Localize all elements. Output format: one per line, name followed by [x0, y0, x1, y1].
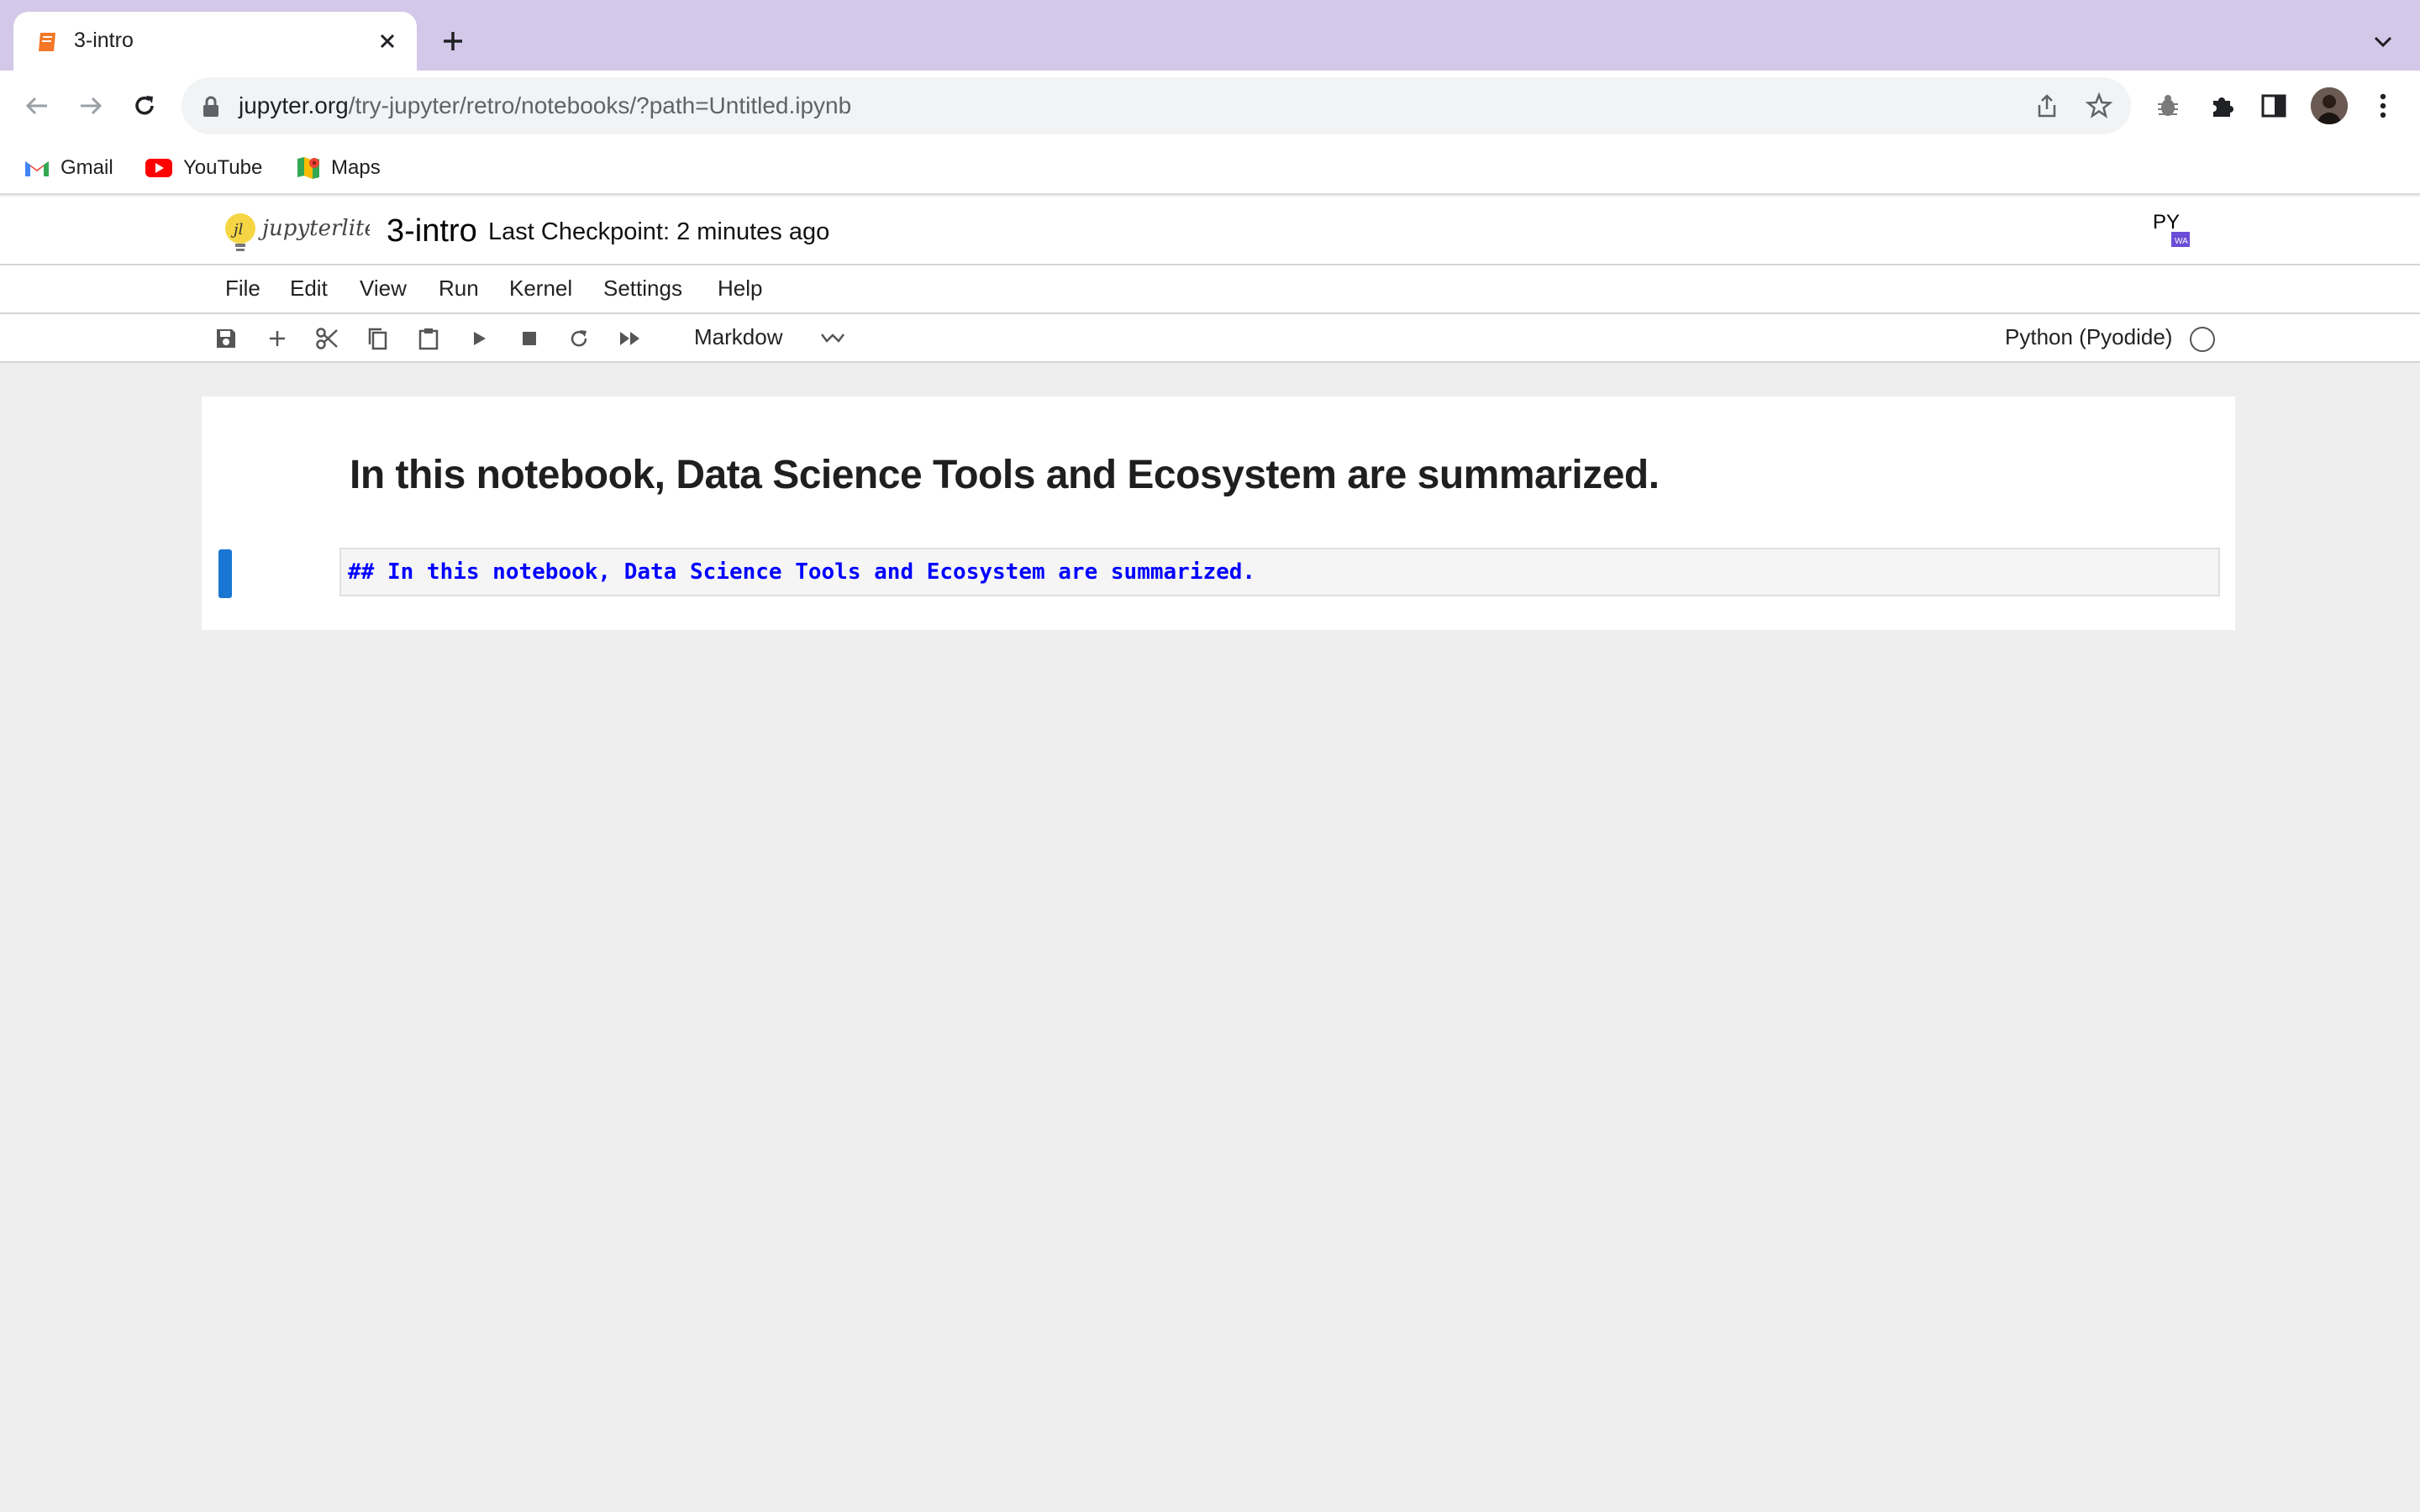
- menu-kernel[interactable]: Kernel: [509, 276, 572, 302]
- notebook-favicon-icon: [39, 33, 55, 51]
- bookmarks-bar: Gmail YouTube Maps: [0, 141, 2420, 195]
- profile-avatar[interactable]: [2311, 87, 2348, 124]
- paste-icon[interactable]: [414, 324, 443, 353]
- fast-forward-icon[interactable]: [616, 324, 644, 353]
- back-icon[interactable]: [18, 87, 55, 124]
- run-icon[interactable]: [465, 324, 493, 353]
- menu-bar: File Edit View Run Kernel Settings Help: [0, 265, 2420, 314]
- maps-icon: [297, 157, 319, 179]
- markdown-cell-editor[interactable]: ## In this notebook, Data Science Tools …: [339, 548, 2220, 596]
- save-icon[interactable]: [212, 324, 240, 353]
- kernel-status-indicator: [2190, 327, 2215, 352]
- bookmark-gmail[interactable]: Gmail: [24, 151, 113, 185]
- more-menu-icon[interactable]: [2365, 87, 2402, 124]
- add-cell-icon[interactable]: [263, 324, 292, 353]
- checkpoint-status: Last Checkpoint: 2 minutes ago: [488, 218, 830, 245]
- menu-edit[interactable]: Edit: [290, 276, 328, 302]
- bookmark-label: Maps: [331, 156, 381, 179]
- active-cell-indicator: [218, 549, 232, 598]
- bookmark-maps[interactable]: Maps: [296, 151, 381, 185]
- address-bar[interactable]: jupyter.org/try-jupyter/retro/notebooks/…: [182, 77, 2131, 134]
- reload-icon[interactable]: [126, 87, 163, 124]
- browser-toolbar: jupyter.org/try-jupyter/retro/notebooks/…: [0, 71, 2420, 141]
- forward-icon[interactable]: [72, 87, 109, 124]
- browser-tab[interactable]: 3-intro: [13, 12, 417, 71]
- cell-type-select[interactable]: Markdow: [694, 324, 782, 350]
- bookmark-youtube[interactable]: YouTube: [145, 151, 262, 185]
- copy-icon[interactable]: [363, 324, 392, 353]
- notebook-toolbar: Markdow Python (Pyodide): [0, 314, 2420, 363]
- gmail-icon: [25, 161, 49, 176]
- share-icon[interactable]: [2032, 91, 2062, 121]
- svg-text:WA: WA: [2175, 237, 2188, 246]
- bug-extension-icon[interactable]: [2149, 87, 2186, 124]
- notebook-title[interactable]: 3-intro: [387, 213, 477, 249]
- bookmark-label: YouTube: [183, 156, 263, 179]
- restart-icon[interactable]: [565, 324, 593, 353]
- extensions-puzzle-icon[interactable]: [2203, 87, 2240, 124]
- url-path: /try-jupyter/retro/notebooks/?path=Untit…: [348, 92, 852, 118]
- bookmark-star-icon[interactable]: [2084, 91, 2114, 121]
- kernel-name[interactable]: Python (Pyodide): [2005, 324, 2172, 350]
- side-panel-icon[interactable]: [2255, 87, 2292, 124]
- svg-text:PY: PY: [2153, 211, 2180, 234]
- url-host: jupyter.org: [239, 92, 349, 118]
- chevron-down-icon[interactable]: [818, 326, 847, 351]
- notebook-panel: In this notebook, Data Science Tools and…: [202, 396, 2235, 630]
- tab-search-chevron-icon[interactable]: [2366, 25, 2400, 59]
- menu-help[interactable]: Help: [718, 276, 762, 302]
- close-tab-icon[interactable]: [373, 27, 402, 55]
- menu-settings[interactable]: Settings: [603, 276, 682, 302]
- bookmark-label: Gmail: [60, 156, 113, 179]
- pyodide-logo: PY WA: [2153, 211, 2190, 247]
- new-tab-icon[interactable]: [435, 24, 471, 59]
- lock-icon[interactable]: [202, 96, 220, 118]
- menu-view[interactable]: View: [360, 276, 407, 302]
- cut-icon[interactable]: [313, 324, 341, 353]
- url-text[interactable]: jupyter.org/try-jupyter/retro/notebooks/…: [239, 92, 851, 119]
- logo-text: jupyterlite: [258, 216, 370, 241]
- tab-strip: 3-intro: [0, 0, 2420, 71]
- jupyter-header: jl jupyterlite 3-intro Last Checkpoint: …: [0, 197, 2420, 265]
- menu-file[interactable]: File: [225, 276, 260, 302]
- stop-icon[interactable]: [515, 324, 544, 353]
- cell-source-text[interactable]: ## In this notebook, Data Science Tools …: [348, 559, 1255, 585]
- jupyterlite-logo[interactable]: jl jupyterlite: [222, 207, 370, 257]
- rendered-markdown-heading[interactable]: In this notebook, Data Science Tools and…: [350, 452, 1660, 498]
- youtube-icon: [145, 159, 172, 177]
- tab-title: 3-intro: [74, 29, 134, 52]
- menu-run[interactable]: Run: [439, 276, 479, 302]
